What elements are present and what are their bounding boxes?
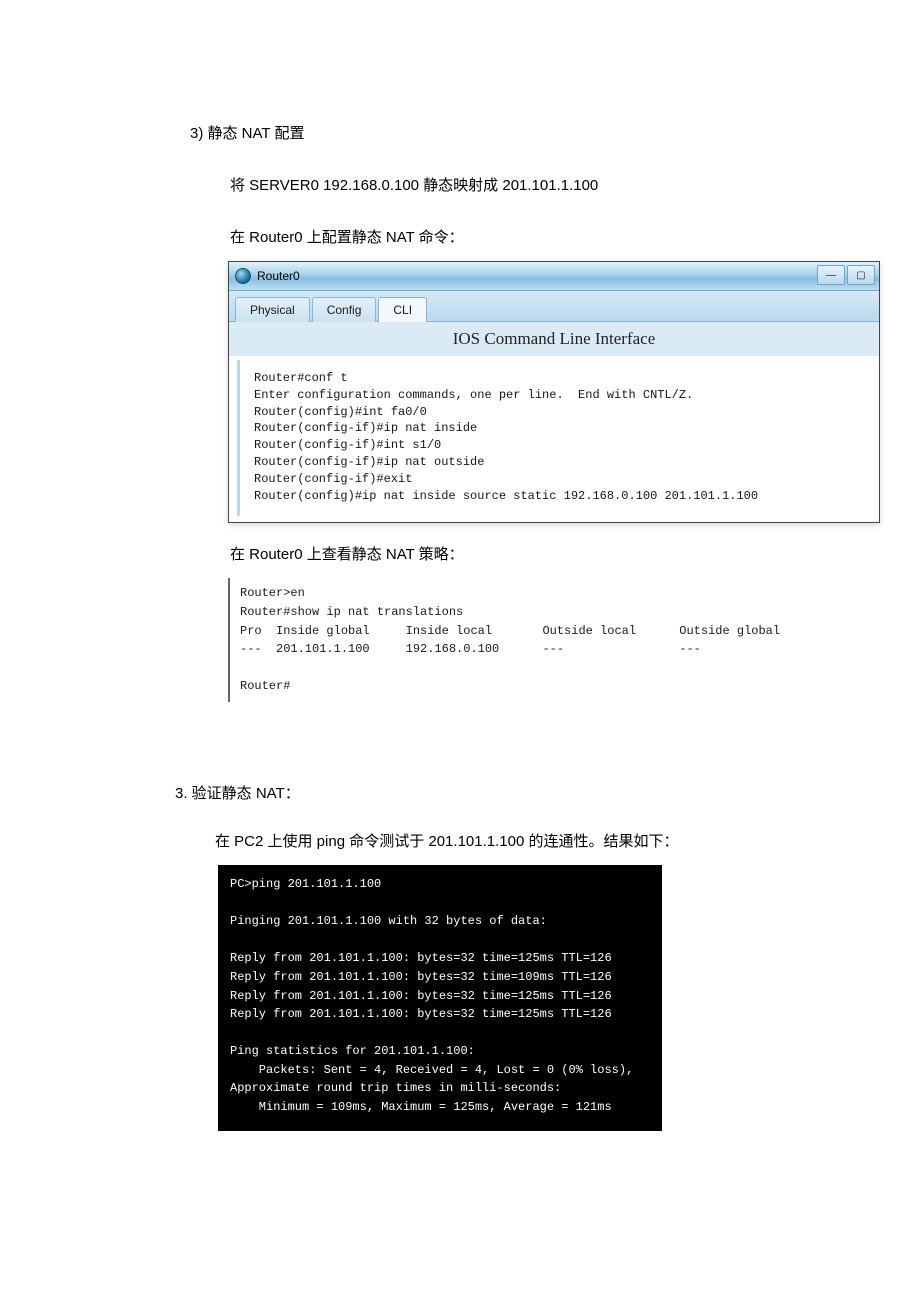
verify-line: 在 PC2 上使用 ping 命令测试于 201.101.1.100 的连通性。… bbox=[60, 828, 860, 855]
cli-heading: IOS Command Line Interface bbox=[229, 322, 879, 356]
window-buttons: — ▢ bbox=[817, 265, 875, 285]
tab-row: Physical Config CLI bbox=[229, 291, 879, 322]
nat-translations-output: Router>en Router#show ip nat translation… bbox=[228, 578, 880, 702]
maximize-button[interactable]: ▢ bbox=[847, 265, 875, 285]
minimize-button[interactable]: — bbox=[817, 265, 845, 285]
cli-output: Router#conf t Enter configuration comman… bbox=[237, 360, 875, 516]
section-3-line1: 将 SERVER0 192.168.0.100 静态映射成 201.101.1.… bbox=[60, 172, 860, 199]
tab-cli[interactable]: CLI bbox=[378, 297, 427, 322]
section-3-line2: 在 Router0 上配置静态 NAT 命令： bbox=[60, 224, 860, 251]
ping-output: PC>ping 201.101.1.100 Pinging 201.101.1.… bbox=[218, 865, 662, 1131]
router0-window: Router0 — ▢ Physical Config CLI IOS Comm… bbox=[228, 261, 880, 523]
tab-physical[interactable]: Physical bbox=[235, 297, 310, 322]
section-3-title: 3) 静态 NAT 配置 bbox=[60, 120, 860, 147]
tab-config[interactable]: Config bbox=[312, 297, 377, 322]
router-icon bbox=[235, 268, 251, 284]
document-page: 3) 静态 NAT 配置 将 SERVER0 192.168.0.100 静态映… bbox=[0, 0, 920, 1302]
window-title: Router0 bbox=[257, 269, 300, 283]
tab-physical-label: Physical bbox=[250, 303, 295, 317]
tab-config-label: Config bbox=[327, 303, 362, 317]
verify-heading: 3. 验证静态 NAT： bbox=[60, 782, 860, 803]
window-titlebar: Router0 — ▢ bbox=[229, 262, 879, 291]
after-router-line: 在 Router0 上查看静态 NAT 策略： bbox=[60, 541, 860, 568]
tab-cli-label: CLI bbox=[393, 303, 412, 317]
